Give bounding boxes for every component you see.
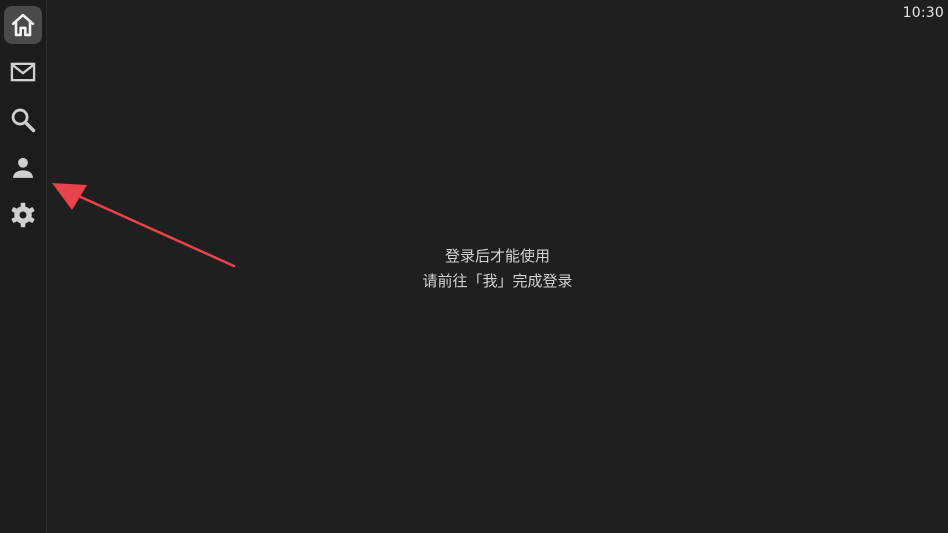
- search-icon: [11, 108, 36, 133]
- sidebar-item-profile[interactable]: [4, 149, 42, 187]
- home-icon: [11, 13, 35, 37]
- person-icon: [13, 157, 33, 178]
- gear-icon: [11, 202, 35, 228]
- sidebar-item-search[interactable]: [4, 101, 42, 139]
- status-time: 10:30: [902, 5, 944, 21]
- app-screen: 10:30 登录后才能使用 请前往「我」完成登录: [0, 0, 948, 533]
- mail-icon: [10, 62, 36, 82]
- login-required-text: 登录后才能使用: [444, 247, 550, 265]
- sidebar-item-home[interactable]: [4, 6, 42, 44]
- sidebar-item-mail[interactable]: [4, 53, 42, 91]
- login-instruction-text: 请前往「我」完成登录: [422, 272, 573, 290]
- sidebar: [0, 0, 47, 533]
- sidebar-item-settings[interactable]: [4, 196, 42, 234]
- login-required-message: 登录后才能使用 请前往「我」完成登录: [47, 244, 948, 294]
